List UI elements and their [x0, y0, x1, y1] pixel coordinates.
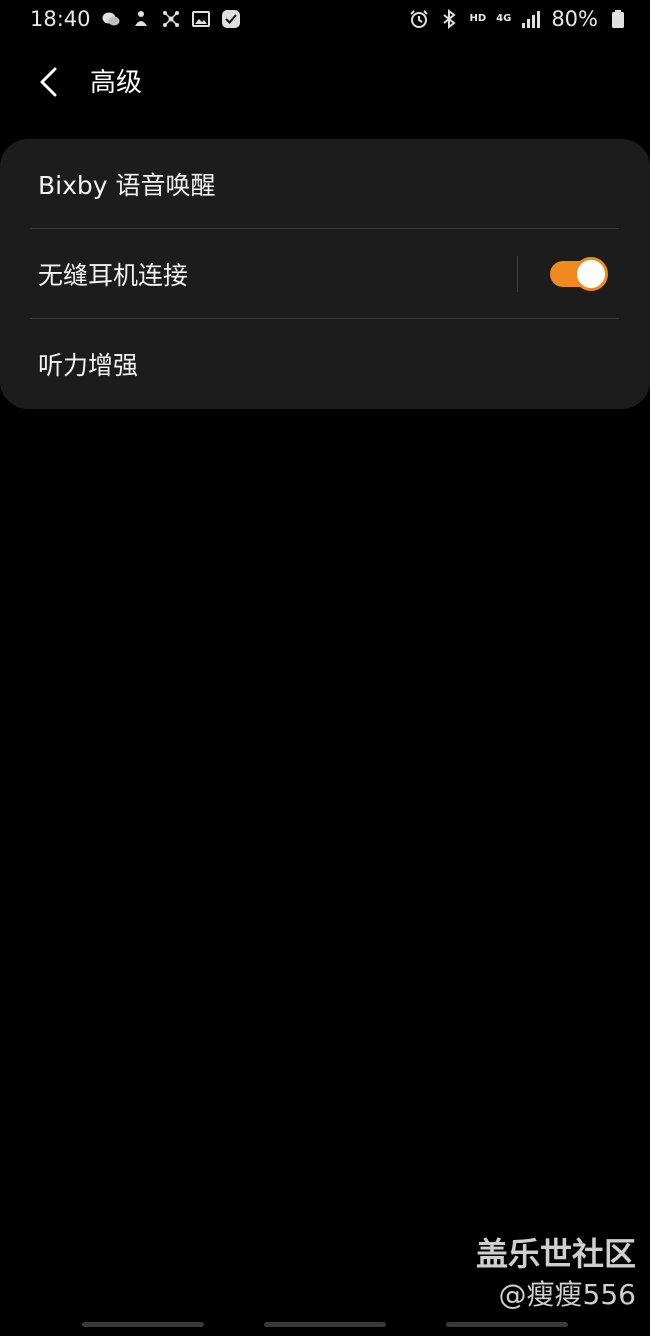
status-time: 18:40: [30, 7, 91, 31]
watermark-user: @瘦瘦556: [498, 1278, 636, 1311]
signal-strength-icon: [521, 9, 541, 29]
wechat-icon: [101, 9, 121, 29]
chevron-left-icon: [40, 67, 57, 97]
back-button[interactable]: [26, 60, 70, 104]
navigation-bar: [0, 1320, 650, 1330]
watermark-title: 盖乐世社区: [475, 1235, 636, 1273]
home-button[interactable]: [264, 1322, 386, 1327]
network-type-indicator: 4G: [496, 13, 512, 24]
app-notification-icon: [131, 9, 151, 29]
setting-seamless-earbud-connection[interactable]: 无缝耳机连接: [0, 229, 650, 319]
setting-label: Bixby 语音唤醒: [38, 171, 216, 200]
page-title: 高级: [90, 68, 143, 98]
gallery-icon: [191, 9, 211, 29]
setting-label: 无缝耳机连接: [38, 261, 189, 290]
setting-label: 听力增强: [38, 351, 139, 380]
toggle-separator: [517, 256, 518, 292]
status-bar: 18:40 HD 4G 80%: [0, 0, 650, 38]
hd-indicator: HD: [469, 13, 487, 24]
setting-hearing-enhancement[interactable]: 听力增强: [0, 319, 650, 409]
app-header: 高级: [0, 50, 650, 116]
recent-apps-button[interactable]: [82, 1322, 204, 1327]
task-check-icon: [221, 9, 241, 29]
seamless-connection-toggle[interactable]: [550, 257, 608, 291]
watermark: 盖乐世社区 @瘦瘦556: [476, 1232, 636, 1314]
nav-back-button[interactable]: [446, 1322, 568, 1327]
battery-percentage: 80%: [551, 7, 598, 31]
toggle-knob: [574, 257, 608, 291]
battery-icon: [608, 9, 628, 29]
status-left: 18:40: [30, 7, 241, 31]
status-right: HD 4G 80%: [409, 7, 628, 31]
setting-bixby-voice-wakeup[interactable]: Bixby 语音唤醒: [0, 139, 650, 229]
bluetooth-icon: [439, 9, 459, 29]
alarm-icon: [409, 9, 429, 29]
share-hub-icon: [161, 9, 181, 29]
settings-card: Bixby 语音唤醒 无缝耳机连接 听力增强: [0, 139, 650, 409]
